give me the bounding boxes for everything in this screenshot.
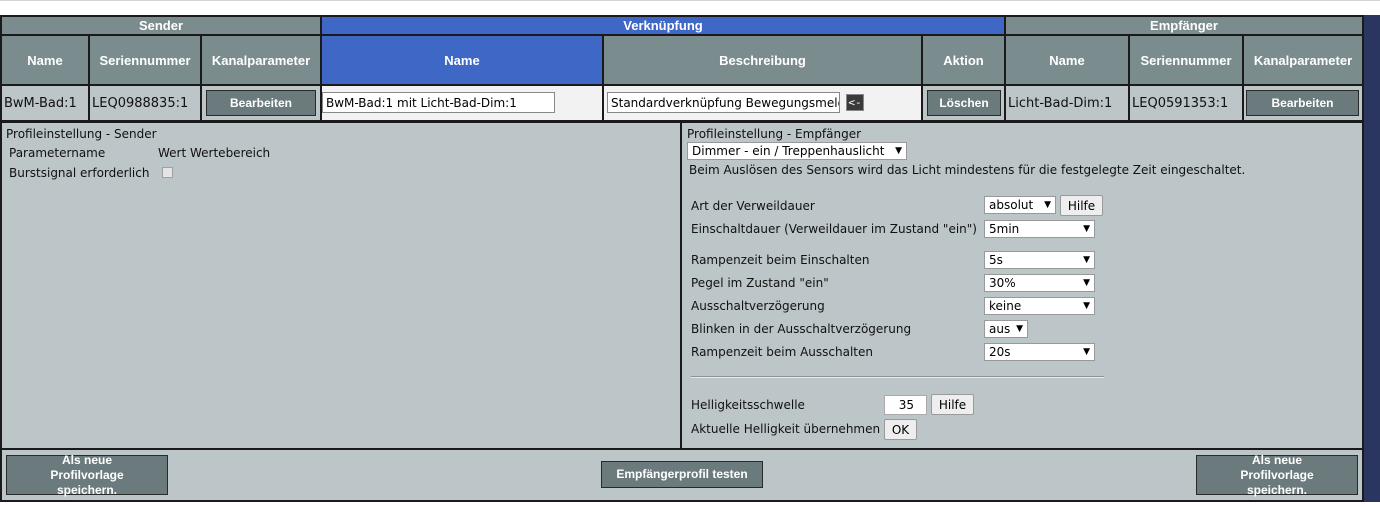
off-delay-value: keine	[989, 299, 1022, 313]
col-link-name: Name	[322, 36, 602, 84]
section-divider	[691, 376, 1104, 378]
chevron-down-icon: ▼	[1083, 278, 1090, 288]
col-sender-name: Name	[2, 36, 88, 84]
profile-select-value: Dimmer - ein / Treppenhauslicht	[692, 144, 885, 158]
right-edge-bar	[1364, 15, 1380, 502]
ok-button[interactable]: OK	[884, 419, 917, 440]
sender-profile-title: Profileinstellung - Sender	[6, 127, 157, 141]
brightness-help-button[interactable]: Hilfe	[931, 394, 974, 415]
col-link-description: Beschreibung	[604, 36, 921, 84]
receiver-group-header: Empfänger	[1006, 17, 1362, 34]
ramp-on-label: Rampenzeit beim Einschalten	[691, 253, 870, 267]
dwell-type-value: absolut	[989, 198, 1034, 212]
col-receiver-params: Kanalparameter	[1244, 36, 1362, 84]
receiver-name-cell: Licht-Bad-Dim:1	[1006, 86, 1128, 120]
level-label: Pegel im Zustand "ein"	[691, 276, 829, 290]
dwell-help-button[interactable]: Hilfe	[1060, 195, 1103, 216]
ramp-on-value: 5s	[989, 253, 1003, 267]
off-delay-select[interactable]: keine ▼	[984, 297, 1095, 315]
description-insert-button[interactable]: <-	[846, 94, 864, 111]
col-receiver-name: Name	[1006, 36, 1128, 84]
receiver-edit-button[interactable]: Bearbeiten	[1246, 90, 1359, 116]
profile-select[interactable]: Dimmer - ein / Treppenhauslicht ▼	[687, 142, 907, 160]
save-template-left-button[interactable]: Als neue Profilvorlage speichern.	[6, 453, 168, 497]
chevron-down-icon: ▼	[895, 146, 902, 156]
level-value: 30%	[989, 276, 1016, 290]
burst-signal-checkbox[interactable]	[162, 167, 173, 178]
top-line	[0, 0, 1380, 1]
on-time-select[interactable]: 5min ▼	[984, 220, 1095, 238]
test-receiver-profile-button[interactable]: Empfängerprofil testen	[601, 461, 763, 488]
sender-edit-button[interactable]: Bearbeiten	[206, 90, 316, 116]
sender-group-header: Sender	[2, 17, 320, 34]
chevron-down-icon: ▼	[1083, 301, 1090, 311]
dwell-type-select[interactable]: absolut ▼	[984, 196, 1056, 214]
ramp-off-label: Rampenzeit beim Ausschalten	[691, 345, 873, 359]
chevron-down-icon: ▼	[1083, 224, 1090, 234]
save-template-right-button[interactable]: Als neue Profilvorlage speichern.	[1196, 453, 1358, 497]
blink-select[interactable]: aus ▼	[984, 320, 1028, 338]
chevron-down-icon: ▼	[1083, 347, 1090, 357]
link-name-input[interactable]: BwM-Bad:1 mit Licht-Bad-Dim:1	[322, 92, 555, 113]
blink-label: Blinken in der Ausschaltverzögerung	[691, 322, 912, 336]
dwell-type-label: Art der Verweildauer	[691, 199, 815, 213]
sender-name-cell: BwM-Bad:1	[2, 86, 88, 120]
link-description-input[interactable]: Standardverknüpfung Bewegungsmelder	[607, 92, 840, 113]
chevron-down-icon: ▼	[1044, 200, 1051, 210]
current-brightness-label: Aktuelle Helligkeit übernehmen	[691, 422, 881, 436]
col-sender-serial: Seriennummer	[90, 36, 200, 84]
receiver-profile-title: Profileinstellung - Empfänger	[687, 127, 862, 141]
brightness-threshold-label: Helligkeitsschwelle	[691, 398, 805, 412]
ramp-off-select[interactable]: 20s ▼	[984, 343, 1095, 361]
col-link-action: Aktion	[923, 36, 1004, 84]
chevron-down-icon: ▼	[1083, 255, 1090, 265]
on-time-value: 5min	[989, 222, 1020, 236]
param-name-header: Parametername	[9, 146, 106, 160]
profile-description: Beim Auslösen des Sensors wird das Licht…	[689, 163, 1246, 177]
receiver-serial-cell: LEQ0591353:1	[1130, 86, 1242, 120]
brightness-threshold-input[interactable]: 35	[884, 395, 927, 415]
off-delay-label: Ausschaltverzögerung	[691, 299, 825, 313]
range-header: Wertebereich	[190, 146, 271, 160]
blink-value: aus	[989, 322, 1011, 336]
link-group-header: Verknüpfung	[322, 17, 1004, 34]
level-select[interactable]: 30% ▼	[984, 274, 1095, 292]
chevron-down-icon: ▼	[1016, 324, 1023, 334]
ramp-on-select[interactable]: 5s ▼	[984, 251, 1095, 269]
ramp-off-value: 20s	[989, 345, 1011, 359]
col-receiver-serial: Seriennummer	[1130, 36, 1242, 84]
burst-signal-label: Burstsignal erforderlich	[9, 166, 150, 180]
sender-serial-cell: LEQ0988835:1	[90, 86, 200, 120]
on-time-label: Einschaltdauer (Verweildauer im Zustand …	[691, 222, 977, 236]
col-sender-params: Kanalparameter	[202, 36, 320, 84]
value-header: Wert	[158, 146, 187, 160]
delete-button[interactable]: Löschen	[927, 90, 1001, 116]
